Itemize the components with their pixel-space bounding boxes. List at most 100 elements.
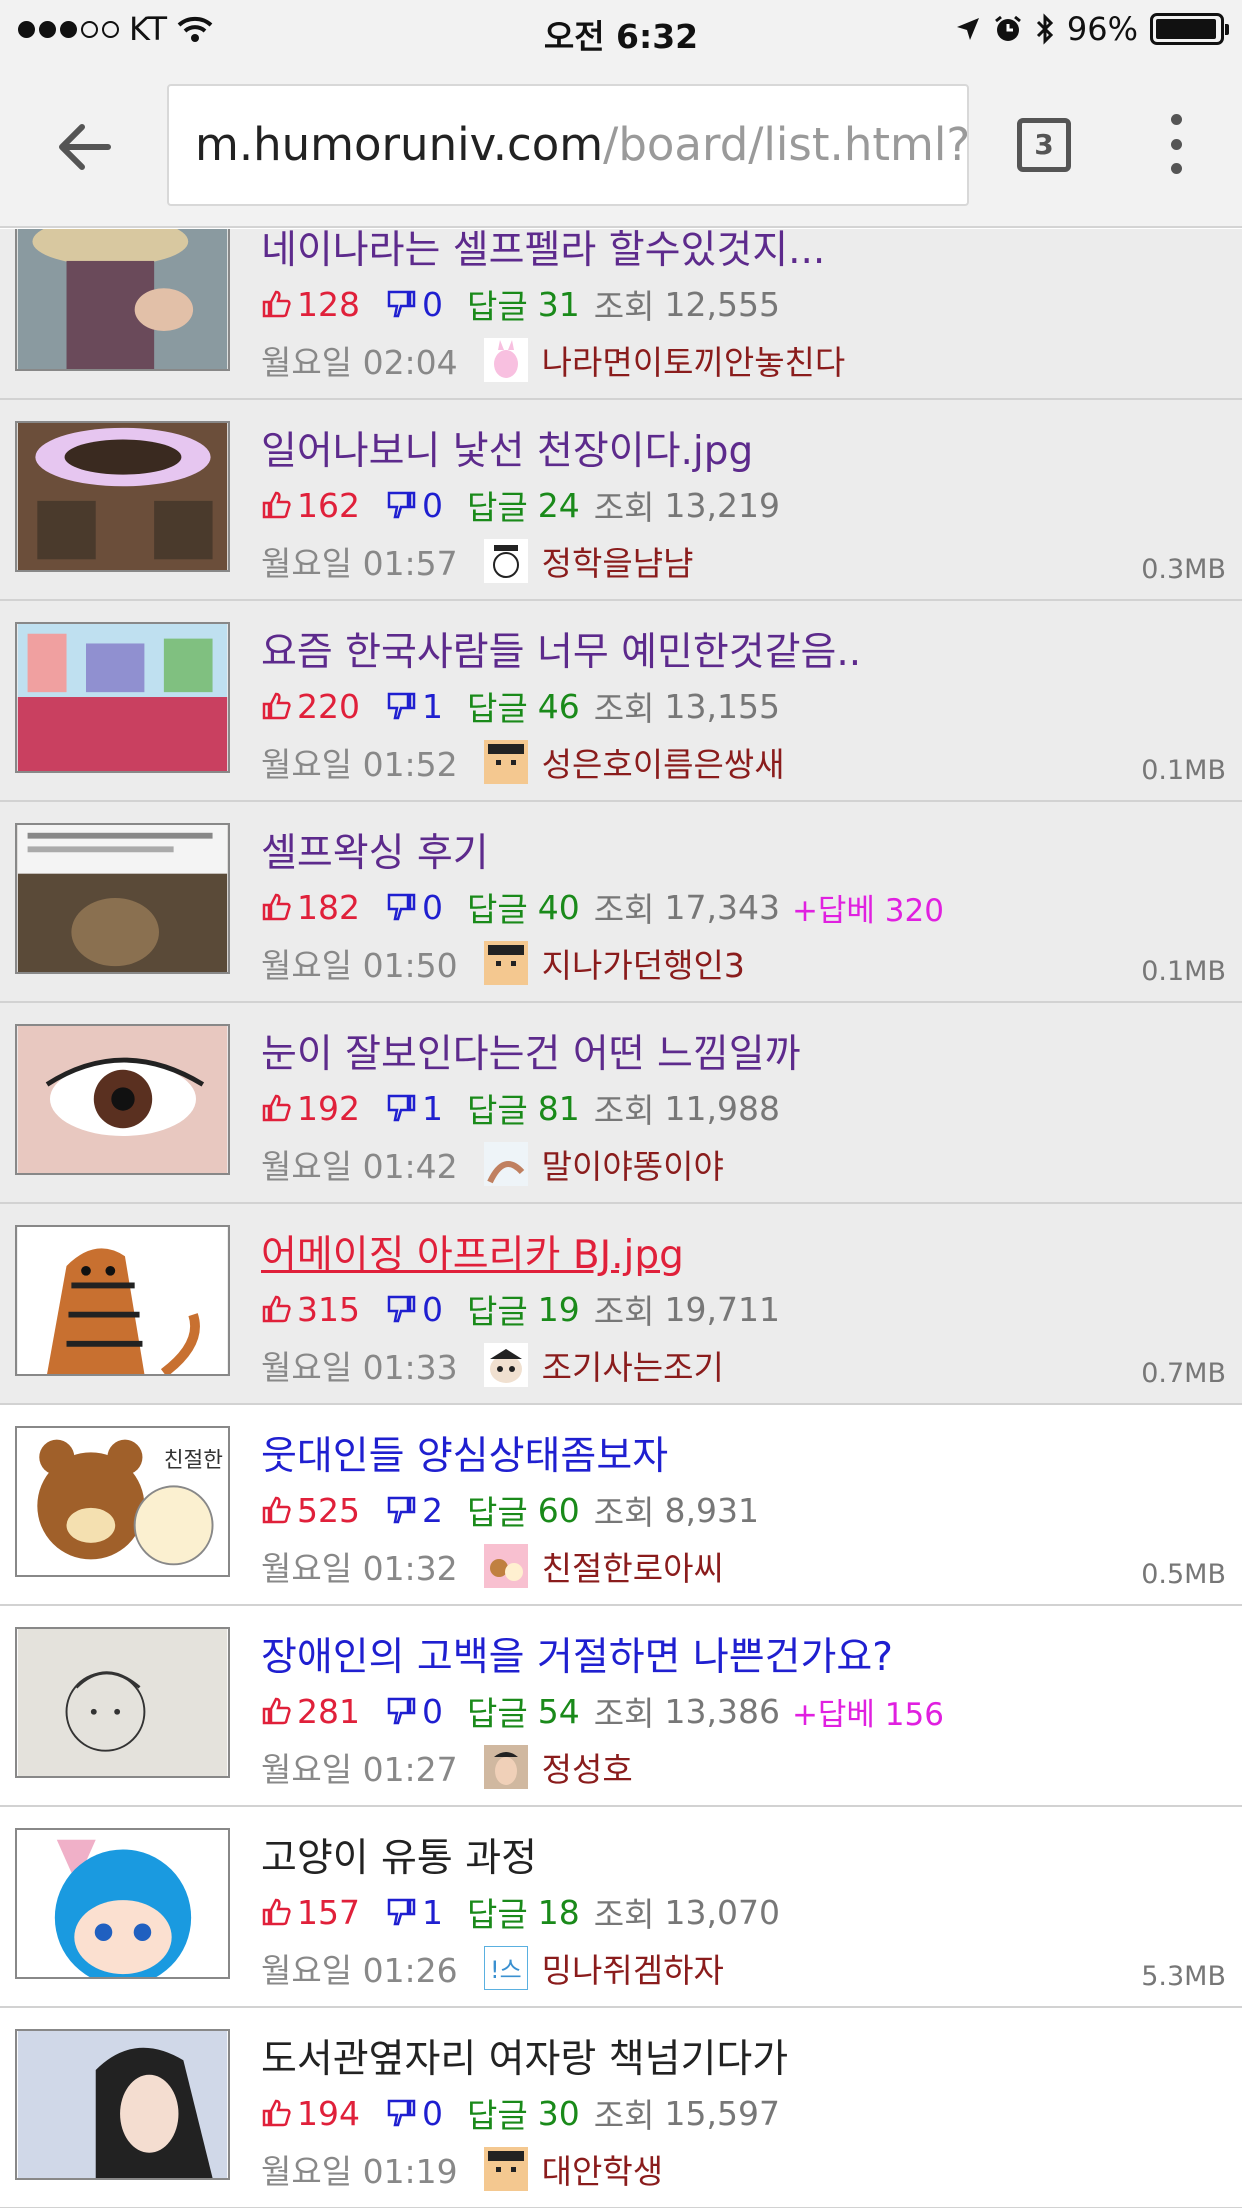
post-time: 월요일 01:27 [261, 1750, 458, 1789]
post-item[interactable]: 셀프왁싱 후기 182 0 답글 40 조회 17,343 +답베 320 월요… [0, 802, 1242, 1003]
post-item[interactable]: 고양이 유통 과정 157 1 답글 18 조회 13,070 월요일 01:2… [0, 1807, 1242, 2008]
post-item[interactable]: 어메이징 아프리카 BJ.jpg 315 0 답글 19 조회 19,711 월… [0, 1204, 1242, 1405]
author-name[interactable]: 정성호 [542, 1743, 633, 1791]
reply-count: 81 [537, 1088, 580, 1128]
downvote-count: 0 [422, 887, 443, 927]
author-name[interactable]: 친절한로아씨 [542, 1542, 724, 1590]
upvote-count: 157 [297, 1892, 360, 1932]
post-item[interactable]: 요즘 한국사람들 너무 예민한것같음.. 220 1 답글 46 조회 13,1… [0, 601, 1242, 802]
author-avatar [483, 740, 528, 784]
image-size: 0.1MB [1141, 956, 1226, 987]
thumbs-down-icon [387, 2099, 416, 2127]
author-avatar [483, 941, 528, 985]
post-time: 월요일 01:50 [261, 946, 458, 985]
view-label: 조회 [593, 1091, 655, 1130]
post-thumbnail[interactable] [15, 421, 230, 572]
downvote-count: 1 [422, 686, 443, 726]
post-thumbnail[interactable] [15, 622, 230, 773]
downvote-count: 0 [422, 485, 443, 525]
author-name[interactable]: 말이야똥이야 [542, 1140, 724, 1188]
post-info: 월요일 01:57 정학을냠냠 [261, 537, 693, 585]
url-path: /board/list.html?t [603, 118, 969, 171]
post-title[interactable]: 네이나라는 셀프펠라 할수있것지... [261, 229, 825, 275]
post-item[interactable]: 도서관옆자리 여자랑 책넘기다가 194 0 답글 30 조회 15,597 월… [0, 2008, 1242, 2208]
back-arrow-icon[interactable] [50, 112, 120, 182]
view-count: 13,219 [664, 485, 780, 525]
post-list: 네이나라는 셀프펠라 할수있것지... 128 0 답글 31 조회 12,55… [0, 229, 1242, 2208]
view-label: 조회 [593, 689, 655, 728]
post-item[interactable]: 장애인의 고백을 거절하면 나쁜건가요? 281 0 답글 54 조회 13,3… [0, 1606, 1242, 1807]
author-name[interactable]: 대안학생 [542, 2145, 663, 2193]
post-item[interactable]: 일어나보니 낯선 천장이다.jpg 162 0 답글 24 조회 13,219 … [0, 400, 1242, 601]
view-label: 조회 [593, 2096, 655, 2135]
thumbs-up-icon [262, 1496, 291, 1524]
post-stats: 192 1 답글 81 조회 11,988 [261, 1084, 792, 1132]
post-title[interactable]: 요즘 한국사람들 너무 예민한것같음.. [261, 621, 861, 677]
browser-toolbar: m.humoruniv.com/board/list.html?t 3 [0, 62, 1242, 228]
post-title[interactable]: 셀프왁싱 후기 [261, 822, 489, 878]
post-title[interactable]: 일어나보니 낯선 천장이다.jpg [261, 420, 753, 476]
post-stats: 194 0 답글 30 조회 15,597 [261, 2089, 792, 2137]
thumbs-down-icon [387, 491, 416, 519]
downvote-count: 0 [422, 1289, 443, 1329]
post-title[interactable]: 어메이징 아프리카 BJ.jpg [261, 1224, 684, 1280]
upvote-count: 128 [297, 284, 360, 324]
post-thumbnail[interactable] [15, 823, 230, 974]
author-name[interactable]: 밍나쥐겜하자 [542, 1944, 724, 1992]
thumbs-up-icon [262, 1094, 291, 1122]
thumbs-down-icon [387, 893, 416, 921]
post-time: 월요일 01:19 [261, 2152, 458, 2191]
post-info: 월요일 02:04 나라면이토끼안놓친다 [261, 336, 845, 384]
author-name[interactable]: 나라면이토끼안놓친다 [542, 336, 846, 384]
post-title[interactable]: 장애인의 고백을 거절하면 나쁜건가요? [261, 1626, 893, 1682]
post-thumbnail[interactable] [15, 1225, 230, 1376]
author-avatar: !스 [483, 1946, 528, 1990]
overflow-menu-icon[interactable] [1165, 114, 1187, 174]
post-title[interactable]: 웃대인들 양심상태좀보자 [261, 1425, 668, 1481]
tab-switcher-button[interactable]: 3 [1017, 118, 1071, 172]
post-info: 월요일 01:26 !스 밍나쥐겜하자 [261, 1944, 724, 1992]
reply-label: 답글 [467, 1694, 528, 1733]
post-info: 월요일 01:27 정성호 [261, 1743, 633, 1791]
thumbs-up-icon [262, 2099, 291, 2127]
post-stats: 220 1 답글 46 조회 13,155 [261, 682, 792, 730]
author-name[interactable]: 지나가던행인3 [542, 939, 745, 987]
thumbs-up-icon [262, 1295, 291, 1323]
view-count: 19,711 [664, 1289, 780, 1329]
post-thumbnail[interactable] [15, 229, 230, 371]
author-name[interactable]: 정학을냠냠 [542, 537, 694, 585]
thumbs-down-icon [387, 1295, 416, 1323]
author-name[interactable]: 조기사는조기 [542, 1341, 724, 1389]
post-time: 월요일 01:52 [261, 745, 458, 784]
upvote-count: 281 [297, 1691, 360, 1731]
post-item[interactable]: 친절한 웃대인들 양심상태좀보자 525 2 답글 60 조회 8,931 월요… [0, 1405, 1242, 1606]
view-count: 13,386 [664, 1691, 780, 1731]
post-thumbnail[interactable] [15, 1024, 230, 1175]
image-size: 0.7MB [1141, 1358, 1226, 1389]
post-title[interactable]: 고양이 유통 과정 [261, 1827, 537, 1883]
post-item[interactable]: 네이나라는 셀프펠라 할수있것지... 128 0 답글 31 조회 12,55… [0, 229, 1242, 400]
downvote-count: 0 [422, 2093, 443, 2133]
post-stats: 128 0 답글 31 조회 12,555 [261, 280, 792, 328]
post-thumbnail[interactable] [15, 2029, 230, 2180]
bluetooth-icon [1036, 13, 1053, 45]
upvote-count: 315 [297, 1289, 360, 1329]
address-bar[interactable]: m.humoruniv.com/board/list.html?t [167, 84, 969, 206]
post-title[interactable]: 눈이 잘보인다는건 어떤 느낌일까 [261, 1023, 801, 1079]
location-arrow-icon [956, 18, 979, 40]
reply-count: 54 [537, 1691, 580, 1731]
post-item[interactable]: 눈이 잘보인다는건 어떤 느낌일까 192 1 답글 81 조회 11,988 … [0, 1003, 1242, 1204]
post-title[interactable]: 도서관옆자리 여자랑 책넘기다가 [261, 2028, 788, 2084]
upvote-count: 162 [297, 485, 360, 525]
reply-count: 40 [537, 887, 580, 927]
url-host: m.humoruniv.com [195, 118, 604, 171]
reply-label: 답글 [467, 2096, 528, 2135]
post-thumbnail[interactable] [15, 1627, 230, 1778]
author-name[interactable]: 성은호이름은쌍새 [542, 738, 785, 786]
post-thumbnail[interactable] [15, 1828, 230, 1979]
reply-label: 답글 [467, 1292, 528, 1331]
post-thumbnail[interactable]: 친절한 [15, 1426, 230, 1577]
reply-count: 60 [537, 1490, 580, 1530]
thumbs-up-icon [262, 290, 291, 318]
post-stats: 162 0 답글 24 조회 13,219 [261, 481, 792, 529]
